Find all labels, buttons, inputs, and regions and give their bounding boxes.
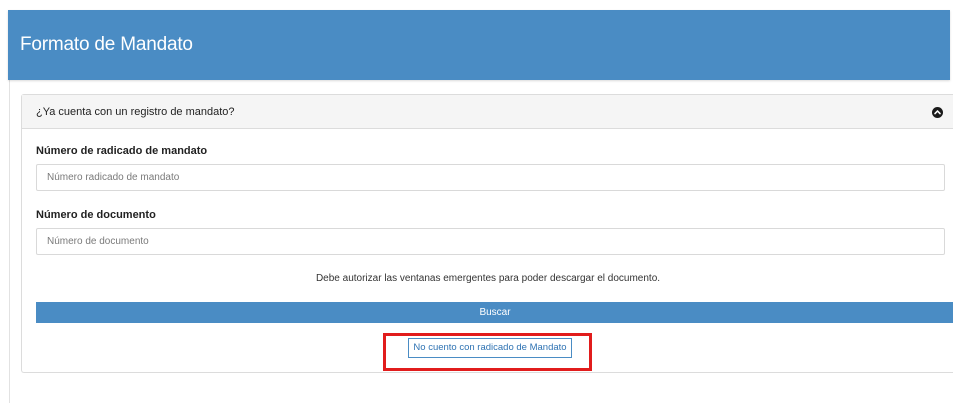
radicado-input[interactable] xyxy=(36,164,945,191)
radicado-label: Número de radicado de mandato xyxy=(36,145,208,157)
chevron-up-circle-icon[interactable] xyxy=(932,107,943,118)
panel-heading[interactable]: ¿Ya cuenta con un registro de mandato? xyxy=(22,95,953,129)
page-title: Formato de Mandato xyxy=(20,34,193,55)
page: Formato de Mandato ¿Ya cuenta con un reg… xyxy=(0,0,953,403)
left-divider xyxy=(9,78,10,403)
search-button[interactable]: Buscar xyxy=(36,302,953,323)
documento-label: Número de documento xyxy=(36,209,156,221)
mandate-panel: ¿Ya cuenta con un registro de mandato? N… xyxy=(21,94,953,373)
documento-input[interactable] xyxy=(36,228,945,255)
header-bar: Formato de Mandato xyxy=(8,10,950,80)
popup-notice: Debe autorizar las ventanas emergentes p… xyxy=(315,273,661,284)
panel-heading-text: ¿Ya cuenta con un registro de mandato? xyxy=(36,106,235,118)
no-radicado-button[interactable]: No cuento con radicado de Mandato xyxy=(408,338,572,358)
